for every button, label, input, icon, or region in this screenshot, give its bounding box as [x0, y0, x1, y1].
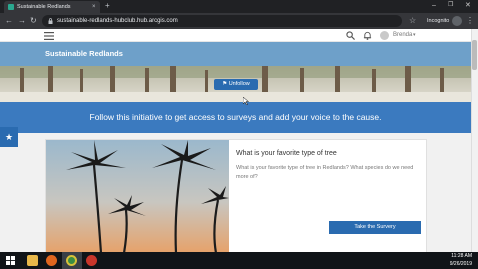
window-close-button[interactable]: ✕	[465, 0, 471, 11]
browser-toolbar: ← → ↻ sustainable-redlands-hubclub.hub.a…	[0, 13, 478, 29]
avatar[interactable]	[380, 31, 389, 40]
palm-trees-image	[46, 140, 229, 252]
taskbar-clock-date[interactable]: 9/26/2019	[440, 260, 472, 268]
lock-icon	[48, 18, 53, 24]
card-heading: What is your favorite type of tree	[236, 150, 337, 157]
firefox-alt-icon[interactable]	[86, 255, 97, 266]
browser-tab[interactable]: Sustainable Redlands ×	[4, 1, 100, 13]
browser-tab-strip: Sustainable Redlands × + – ❐ ✕	[0, 0, 478, 13]
mouse-cursor-icon	[243, 97, 249, 105]
window-minimize-button[interactable]: –	[432, 0, 436, 11]
card-body-text: What is your favorite type of tree in Re…	[236, 165, 414, 180]
window-maximize-button[interactable]: ❐	[448, 0, 453, 11]
windows-start-icon[interactable]	[6, 256, 15, 265]
user-name[interactable]: Brenda	[393, 29, 412, 42]
chrome-icon[interactable]	[66, 255, 77, 266]
url-text: sustainable-redlands-hubclub.hub.arcgis.…	[57, 18, 178, 24]
bookmark-star-icon[interactable]: ☆	[409, 13, 416, 29]
tab-close-icon[interactable]: ×	[92, 2, 96, 12]
web-page: Brenda ▾ Sustainable Redlands Follow thi…	[0, 29, 471, 252]
reload-button[interactable]: ↻	[30, 13, 37, 29]
incognito-icon	[452, 16, 462, 26]
site-favicon-icon	[8, 4, 14, 10]
site-title-bar: Sustainable Redlands	[0, 42, 471, 66]
back-button[interactable]: ←	[5, 13, 13, 29]
bell-icon[interactable]	[363, 31, 372, 40]
unfollow-label: Unfollow	[228, 81, 250, 87]
tab-title: Sustainable Redlands	[17, 4, 71, 10]
follow-cta-text: Follow this initiative to get access to …	[89, 112, 382, 122]
address-bar[interactable]: sustainable-redlands-hubclub.hub.arcgis.…	[42, 15, 402, 27]
site-header: Brenda ▾	[0, 29, 471, 42]
follow-cta-strip: Follow this initiative to get access to …	[0, 102, 471, 133]
file-explorer-icon[interactable]	[27, 255, 38, 266]
scrollbar-thumb[interactable]	[472, 40, 477, 70]
unfollow-button[interactable]: ⚑ Unfollow	[214, 79, 258, 90]
hamburger-icon[interactable]	[44, 32, 54, 40]
taskbar-clock-time[interactable]: 11:28 AM	[440, 252, 472, 260]
incognito-label: Incognito	[427, 18, 450, 24]
new-tab-button[interactable]: +	[105, 1, 110, 11]
browser-menu-icon[interactable]: ⋮	[466, 13, 474, 29]
chevron-down-icon[interactable]: ▾	[413, 29, 416, 42]
search-icon[interactable]	[346, 31, 355, 40]
forward-button[interactable]: →	[18, 13, 26, 29]
favorite-star-icon[interactable]: ★	[0, 127, 18, 147]
firefox-icon[interactable]	[46, 255, 57, 266]
survey-card: What is your favorite type of tree What …	[45, 139, 427, 252]
site-title[interactable]: Sustainable Redlands	[45, 42, 123, 66]
take-survey-button[interactable]: Take the Survery	[329, 221, 421, 234]
